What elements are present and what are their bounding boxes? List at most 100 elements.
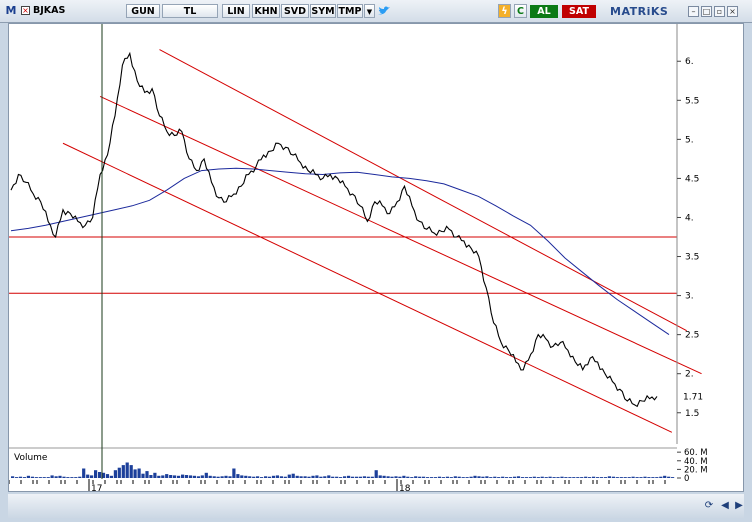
volume-bar — [42, 477, 46, 478]
volume-bar — [603, 477, 608, 478]
tmp-button[interactable]: TMP — [337, 4, 363, 18]
khn-button[interactable]: KHN — [252, 4, 280, 18]
volume-bar — [473, 475, 477, 478]
quick-c-button[interactable]: C — [514, 4, 527, 18]
volume-bar — [441, 477, 445, 478]
volume-bar — [327, 475, 331, 478]
restore-icon[interactable]: □ — [701, 6, 712, 17]
symbol-field[interactable]: BJKAS — [33, 4, 65, 18]
chart-area[interactable]: 6. 5.5 5. 4.5 4. 3.5 3. 2.5 2. 1.5 1.71 60. M 40. M… — [8, 23, 744, 494]
volume-bar — [453, 476, 457, 478]
volume-bar — [501, 476, 505, 478]
lightning-icon[interactable]: ϟ — [498, 4, 511, 18]
volume-bar — [78, 476, 82, 478]
volume-bar — [655, 477, 659, 478]
y-tick-label: 4. — [685, 213, 694, 223]
volume-bar — [354, 476, 359, 478]
volume-bar — [145, 471, 149, 478]
volume-bar — [82, 468, 86, 478]
volume-bar — [410, 477, 414, 478]
volume-bar — [244, 475, 248, 478]
close-icon[interactable]: × — [727, 6, 738, 17]
volume-bar — [536, 477, 540, 478]
buy-button[interactable]: AL — [530, 5, 558, 18]
volume-bar — [287, 474, 291, 478]
volume-bar — [576, 477, 580, 478]
volume-bar — [422, 476, 426, 478]
channel-lower-line — [62, 142, 673, 433]
volume-bar — [15, 477, 19, 478]
volume-bar — [38, 477, 42, 478]
sym-button[interactable]: SYM — [310, 4, 336, 18]
volume-bar — [252, 476, 256, 478]
volume-bar — [524, 477, 528, 478]
volume-bar — [121, 465, 125, 478]
volume-bar — [433, 477, 438, 478]
last-price-label: 1.71 — [683, 392, 703, 402]
scroll-right-icon[interactable]: ▶ — [732, 499, 746, 513]
volume-bar — [516, 476, 521, 478]
volume-bar — [224, 475, 228, 478]
sell-button[interactable]: SAT — [562, 5, 596, 18]
close-symbol-icon[interactable]: × — [21, 6, 30, 15]
x-axis-strip — [9, 479, 677, 491]
volume-bar — [256, 476, 260, 478]
volume-bar — [267, 476, 272, 478]
volume-bar — [520, 477, 525, 478]
volume-bar — [208, 475, 212, 478]
volume-bar — [125, 462, 129, 478]
volume-bar — [94, 470, 98, 478]
volume-bar — [343, 476, 347, 478]
y-tick-label: 1.5 — [685, 409, 699, 419]
volume-bar — [181, 474, 185, 478]
volume-bar — [295, 475, 299, 478]
volume-bar — [220, 476, 224, 478]
volume-bar — [497, 477, 501, 478]
status-bar: ⟳ ◀ ▶ — [8, 494, 744, 518]
volume-bar — [548, 476, 552, 478]
volume-bar — [117, 467, 121, 478]
matriks-logo-icon[interactable]: M — [4, 4, 18, 18]
twitter-icon[interactable] — [377, 4, 391, 18]
maximize-icon[interactable]: ▫ — [714, 6, 725, 17]
volume-bar — [311, 475, 315, 478]
svd-button[interactable]: SVD — [281, 4, 309, 18]
volume-bar — [639, 477, 643, 478]
volume-bar — [283, 476, 287, 478]
volume-bar — [445, 476, 449, 478]
volume-bar — [279, 476, 283, 478]
volume-bar — [592, 476, 596, 478]
volume-bar — [386, 476, 390, 478]
y-tick-label: 5.5 — [685, 96, 699, 106]
volume-bar — [149, 475, 153, 478]
volume-bar — [323, 476, 327, 478]
scroll-left-icon[interactable]: ◀ — [718, 499, 732, 513]
volume-bar — [22, 477, 27, 478]
volume-bar — [556, 477, 560, 478]
volume-bar — [30, 476, 34, 478]
volume-bar — [568, 477, 572, 478]
volume-bar — [350, 476, 355, 478]
dropdown-arrow-icon[interactable]: ▼ — [364, 4, 375, 18]
volume-bar — [358, 476, 362, 478]
volume-bar — [319, 476, 323, 478]
volume-bar — [659, 476, 663, 478]
volume-bar — [477, 476, 481, 478]
volume-bar — [430, 477, 434, 478]
volume-bar — [382, 475, 386, 478]
volume-bar — [564, 477, 568, 478]
refresh-icon[interactable]: ⟳ — [702, 499, 716, 513]
currency-button[interactable]: TL — [162, 4, 218, 18]
price-chart[interactable]: 6.5.55.4.54.3.53.2.52.1.51.71 60. M40. M… — [8, 24, 743, 494]
minimize-icon[interactable]: – — [688, 6, 699, 17]
volume-bar — [572, 477, 576, 478]
scale-button[interactable]: LIN — [222, 4, 250, 18]
volume-bar — [607, 476, 611, 478]
volume-bar — [271, 475, 276, 478]
volume-bar — [291, 473, 295, 478]
volume-bar — [623, 477, 627, 478]
moving-average-line — [10, 167, 670, 336]
volume-bar — [378, 475, 382, 478]
period-button[interactable]: GUN — [126, 4, 160, 18]
volume-bar — [414, 476, 418, 478]
